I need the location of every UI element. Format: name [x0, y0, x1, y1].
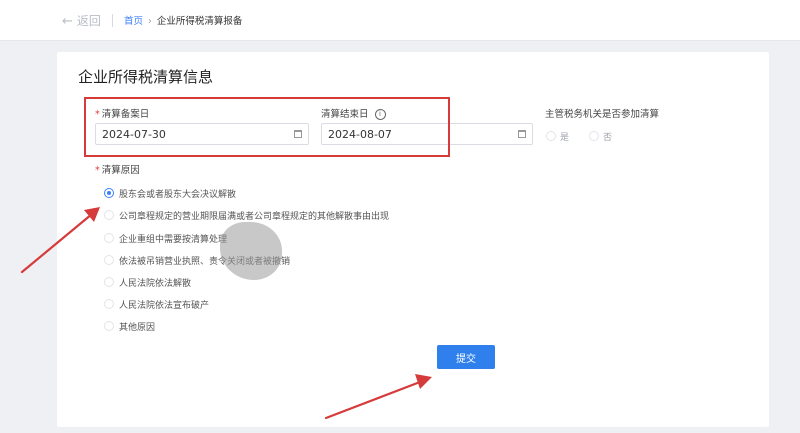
calendar-icon: [518, 130, 526, 138]
reason-radio-6[interactable]: [104, 299, 114, 309]
reason-radio-5[interactable]: [104, 277, 114, 287]
reason-option-2[interactable]: 公司章程规定的营业期限届满或者公司章程规定的其他解散事由出现: [119, 209, 389, 222]
back-label: 返回: [76, 14, 101, 28]
reason-radio-4[interactable]: [104, 255, 114, 265]
reason-label: * 清算原因: [95, 165, 140, 176]
reason-option-7[interactable]: 其他原因: [119, 320, 155, 333]
top-bar: ← 返回 首页 › 企业所得税清算报备: [0, 0, 800, 41]
tax-authority-no-radio[interactable]: [589, 131, 599, 141]
divider: [112, 14, 113, 27]
required-mark: *: [95, 165, 100, 176]
reason-radio-2[interactable]: [104, 210, 114, 220]
reason-radio-7[interactable]: [104, 321, 114, 331]
back-button[interactable]: ← 返回: [62, 12, 101, 29]
back-arrow-icon: ←: [62, 14, 73, 29]
breadcrumb-home[interactable]: 首页: [124, 16, 143, 27]
breadcrumb-current: 企业所得税清算报备: [156, 16, 243, 27]
tax-authority-label: 主管税务机关是否参加清算: [545, 109, 660, 120]
tax-authority-yes-label: 是: [560, 133, 570, 143]
reason-option-6[interactable]: 人民法院依法宣布破产: [119, 298, 209, 311]
reason-option-3[interactable]: 企业重组中需要按清算处理: [119, 232, 227, 245]
tax-authority-no-label: 否: [603, 133, 613, 143]
breadcrumb-separator: ›: [148, 16, 152, 27]
submit-button[interactable]: 提交: [437, 345, 495, 369]
page-title: 企业所得税清算信息: [78, 68, 214, 86]
breadcrumb: 首页 › 企业所得税清算报备: [124, 13, 242, 27]
reason-option-5[interactable]: 人民法院依法解散: [119, 276, 191, 289]
reason-option-1[interactable]: 股东会或者股东大会决议解散: [119, 187, 236, 200]
annotation-highlight-box: [84, 97, 450, 157]
tax-authority-yes-radio[interactable]: [546, 131, 556, 141]
reason-radio-1[interactable]: [104, 188, 114, 198]
reason-radio-3[interactable]: [104, 233, 114, 243]
